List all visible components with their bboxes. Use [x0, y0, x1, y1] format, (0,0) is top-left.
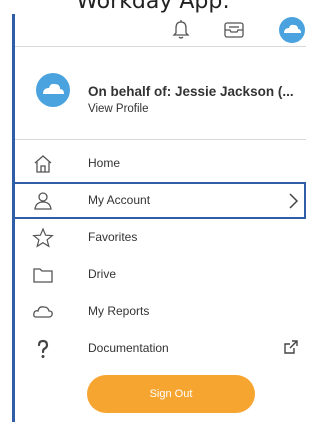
menu-item-label: Drive — [88, 267, 117, 281]
menu-item-drive[interactable]: Drive — [15, 256, 306, 293]
menu-item-label: Favorites — [88, 230, 138, 244]
external-link-icon[interactable] — [283, 339, 299, 360]
sign-out-button[interactable]: Sign Out — [87, 375, 255, 413]
star-icon — [32, 227, 54, 249]
menu-item-label: My Account — [88, 193, 151, 207]
bell-icon[interactable] — [170, 19, 192, 46]
menu-item-my-reports[interactable]: My Reports — [15, 293, 306, 330]
menu-item-home[interactable]: Home — [15, 145, 306, 182]
question-icon — [32, 338, 54, 360]
top-bar — [15, 14, 306, 47]
app-panel: On behalf of: Jessie Jackson (... View P… — [12, 14, 306, 422]
profile-avatar[interactable] — [35, 72, 71, 113]
nav-menu: Home My Account Favorites Drive My Repor… — [15, 145, 306, 367]
menu-item-my-account[interactable]: My Account — [15, 182, 306, 219]
menu-item-favorites[interactable]: Favorites — [15, 219, 306, 256]
person-icon — [32, 190, 54, 212]
cloud-icon — [32, 301, 54, 323]
view-profile-link[interactable]: View Profile — [88, 103, 149, 115]
menu-item-documentation[interactable]: Documentation — [15, 330, 306, 367]
avatar-icon[interactable] — [277, 16, 307, 49]
chevron-right-icon — [287, 192, 299, 215]
profile-name: On behalf of: Jessie Jackson (... — [88, 84, 294, 99]
menu-item-label: Documentation — [88, 341, 169, 355]
menu-item-label: Home — [88, 156, 121, 170]
profile-header: On behalf of: Jessie Jackson (... View P… — [15, 47, 306, 140]
page-caption: Workday App: — [76, 0, 230, 14]
folder-icon — [32, 264, 54, 286]
home-icon — [32, 153, 54, 175]
menu-item-label: My Reports — [88, 304, 150, 318]
inbox-icon[interactable] — [222, 19, 246, 46]
